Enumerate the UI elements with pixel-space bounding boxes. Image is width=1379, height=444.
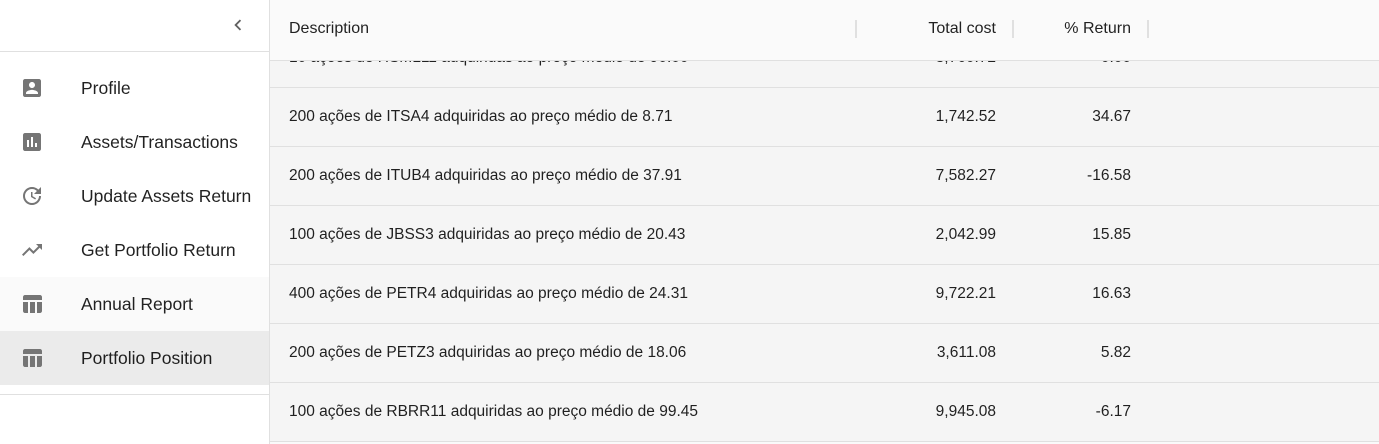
- collapse-drawer-button[interactable]: [223, 10, 253, 40]
- return-cell: 34.67: [1092, 108, 1131, 125]
- sidebar-header: [0, 0, 269, 52]
- column-header-return[interactable]: % Return: [1064, 0, 1131, 60]
- column-separator[interactable]: [1147, 20, 1149, 38]
- description-cell: 400 ações de PETR4 adquiridas ao preço m…: [289, 285, 688, 302]
- chevron-left-icon: [234, 19, 242, 31]
- table-icon: [20, 346, 44, 370]
- table-icon: [20, 292, 44, 316]
- sidebar-item-profile[interactable]: Profile: [0, 61, 269, 115]
- table-row[interactable]: 200 ações de ITUB4 adquiridas ao preço m…: [270, 147, 1379, 206]
- table-row[interactable]: 100 ações de RBRR11 adquiridas ao preço …: [270, 383, 1379, 442]
- total-cost-cell: 7,582.27: [935, 167, 996, 184]
- column-separator[interactable]: [1012, 20, 1014, 38]
- total-cost-cell: 3,611.08: [936, 344, 996, 361]
- sidebar-item-update-assets-return[interactable]: Update Assets Return: [0, 169, 269, 223]
- table-row[interactable]: 200 ações de PETZ3 adquiridas ao preço m…: [270, 324, 1379, 383]
- table-header: Description Total cost % Return: [270, 0, 1379, 61]
- sidebar-nav: Profile Assets/Transactions Update Asset…: [0, 52, 269, 385]
- return-cell: -6.17: [1095, 403, 1131, 420]
- column-separator[interactable]: [855, 20, 857, 38]
- sidebar-item-label: Profile: [81, 77, 131, 98]
- return-cell: 15.85: [1092, 226, 1131, 243]
- sidebar-item-portfolio-position[interactable]: Portfolio Position: [0, 331, 269, 385]
- sidebar-item-assets-transactions[interactable]: Assets/Transactions: [0, 115, 269, 169]
- table-row[interactable]: 200 ações de ITSA4 adquiridas ao preço m…: [270, 88, 1379, 147]
- description-cell: 100 ações de JBSS3 adquiridas ao preço m…: [289, 226, 686, 243]
- return-cell: 16.63: [1092, 285, 1131, 302]
- sidebar-item-label: Annual Report: [81, 293, 193, 314]
- sidebar-item-label: Update Assets Return: [81, 185, 252, 206]
- table-row[interactable]: 400 ações de PETR4 adquiridas ao preço m…: [270, 265, 1379, 324]
- column-header-total-cost[interactable]: Total cost: [928, 0, 996, 60]
- update-icon: [20, 184, 44, 208]
- total-cost-cell: 2,042.99: [935, 226, 996, 243]
- sidebar-item-label: Portfolio Position: [81, 347, 213, 368]
- sidebar-item-annual-report[interactable]: Annual Report: [0, 277, 269, 331]
- description-cell: 100 ações de RBRR11 adquiridas ao preço …: [289, 403, 699, 420]
- bar-chart-icon: [20, 130, 44, 154]
- column-header-description[interactable]: Description: [289, 0, 369, 60]
- description-cell: 200 ações de ITSA4 adquiridas ao preço m…: [289, 108, 673, 125]
- total-cost-cell: 9,722.21: [935, 285, 996, 302]
- portfolio-position-table[interactable]: 10 ações de HSML11 adquiridas ao preço m…: [270, 0, 1379, 444]
- sidebar-divider: [0, 394, 269, 395]
- total-cost-cell: 1,742.52: [935, 108, 996, 125]
- table-body: 10 ações de HSML11 adquiridas ao preço m…: [270, 29, 1379, 442]
- sidebar-item-label: Assets/Transactions: [81, 131, 238, 152]
- description-cell: 200 ações de PETZ3 adquiridas ao preço m…: [289, 344, 687, 361]
- account-box-icon: [20, 76, 44, 100]
- sidebar-item-label: Get Portfolio Return: [81, 239, 236, 260]
- total-cost-cell: 9,945.08: [935, 403, 996, 420]
- trending-up-icon: [20, 238, 44, 262]
- description-cell: 200 ações de ITUB4 adquiridas ao preço m…: [289, 167, 682, 184]
- table-row[interactable]: 100 ações de JBSS3 adquiridas ao preço m…: [270, 206, 1379, 265]
- return-cell: 5.82: [1100, 344, 1131, 361]
- return-cell: -16.58: [1087, 167, 1131, 184]
- sidebar-drawer: Profile Assets/Transactions Update Asset…: [0, 0, 270, 444]
- app: Profile Assets/Transactions Update Asset…: [0, 0, 1379, 444]
- sidebar-item-get-portfolio-return[interactable]: Get Portfolio Return: [0, 223, 269, 277]
